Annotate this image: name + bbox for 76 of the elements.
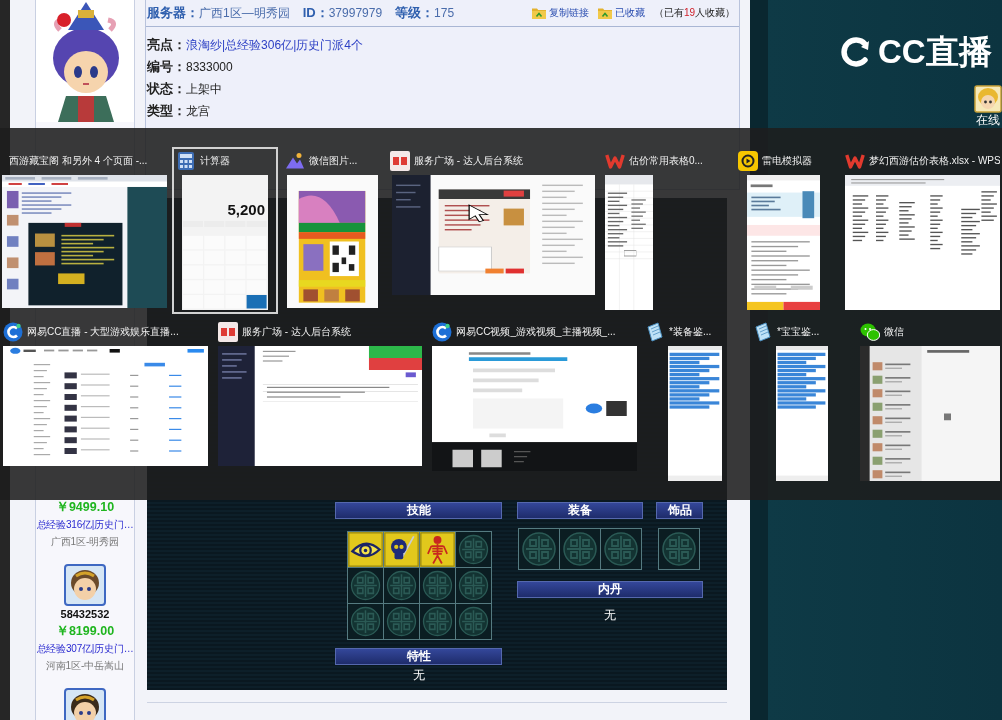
window-item[interactable]: 网易CC视频_游戏视频_主播视频_... [429,318,643,475]
mountain-picture-icon [285,151,305,171]
detail-label: 状态： [147,80,186,98]
highlight-link[interactable]: 浪淘纱|总经验306亿|历史门派4个 [186,34,363,56]
window-item[interactable]: 微信 [857,318,1002,485]
item-server: 河南1区-中岳嵩山 [45,659,125,673]
cartoon-face-icon[interactable] [64,564,106,606]
field-label: 服务器： [147,4,199,22]
calculator-display: 5,200 [227,200,265,220]
calculator-icon [176,151,196,171]
section-header: 技能 [335,502,502,519]
window-item[interactable]: 微信图片... [278,147,386,312]
detail-label: 类型： [147,102,186,120]
field-label: 等级： [395,4,435,22]
window-title: 计算器 [200,154,230,168]
item-server: 广西1区-明秀园 [50,535,120,549]
field-value: 广西1区—明秀园 [199,5,290,22]
inner-core-value: 无 [604,608,616,622]
logo-icon [838,35,872,69]
notepad-icon [753,322,773,342]
window-title: 服务广场 - 达人后台系统 [242,325,351,339]
window-title: 梦幻西游估价表格.xlsx - WPS [869,154,1000,168]
window-title: 微信图片... [309,154,358,168]
field-value: 37997979 [328,6,383,20]
window-item[interactable]: *宝宝鉴... [750,318,857,485]
section-header: 内丹 [517,581,703,598]
cartoon-face-icon[interactable] [64,688,106,720]
play-circle-icon [738,151,758,171]
window-title: 网易CC视频_游戏视频_主播视频_... [456,325,616,339]
window-title: 服务广场 - 达人后台系统 [414,154,523,168]
window-item[interactable]: 服务广场 - 达人后台系统 [215,318,429,470]
detail-value: 龙宫 [186,103,210,120]
window-title: 微信 [884,325,904,339]
folder-icon [531,7,546,19]
window-title: 西游藏宝阁 和另外 4 个页面 -... [9,154,148,168]
swirl-logo-icon [3,322,23,342]
swirl-logo-icon [432,322,452,342]
favorite-count-text: （已有19人收藏） [653,6,735,20]
window-title: 估价常用表格0... [629,154,703,168]
item-price: ￥8199.00 [55,623,115,640]
window-title: *装备鉴... [669,325,712,339]
trait-value: 无 [412,668,425,682]
online-status: 在线 [976,113,1000,128]
action-link[interactable]: 已收藏 [597,6,645,20]
item-id: 58432532 [60,607,110,622]
folder-icon [597,7,612,19]
cartoon-face-icon[interactable] [974,85,1002,113]
section-header: 装备 [517,502,643,519]
window-title: 雷电模拟器 [762,154,812,168]
app-tile-icon [390,151,410,171]
logo-text: CC直播 [878,34,992,70]
window-title: 网易CC直播 - 大型游戏娱乐直播... [27,325,179,339]
detail-value: 8333000 [186,59,233,76]
window-item[interactable]: 计算器 5,200 [172,147,278,314]
window-item[interactable]: 估价常用表格0... [600,147,734,314]
app-tile-icon [218,322,238,342]
detail-label: 编号： [147,58,186,76]
detail-value: 上架中 [186,81,222,98]
window-item[interactable]: 雷电模拟器 [734,147,841,314]
chat-bubbles-icon [860,322,880,342]
section-header: 特性 [335,648,502,665]
item-price: ￥9499.10 [55,499,115,516]
action-link[interactable]: 复制链接 [531,6,589,20]
section-header: 饰品 [656,502,703,519]
item-highlights-link[interactable]: 总经验316亿|历史门… [36,516,134,533]
window-item[interactable]: *装备鉴... [643,318,750,485]
field-label: ID： [302,4,329,22]
window-item[interactable]: 服务广场 - 达人后台系统 [386,147,600,299]
detail-label: 亮点： [147,36,186,54]
notepad-icon [645,322,665,342]
item-highlights-link[interactable]: 总经验307亿|历史门… [36,640,134,657]
window-item[interactable]: 梦幻西游估价表格.xlsx - WPS [841,147,1002,314]
window-item[interactable]: 西游藏宝阁 和另外 4 个页面 -... [0,147,172,312]
window-item[interactable]: 网易CC直播 - 大型游戏娱乐直播... [0,318,215,470]
field-value: 175 [434,6,455,20]
window-title: *宝宝鉴... [777,325,820,339]
